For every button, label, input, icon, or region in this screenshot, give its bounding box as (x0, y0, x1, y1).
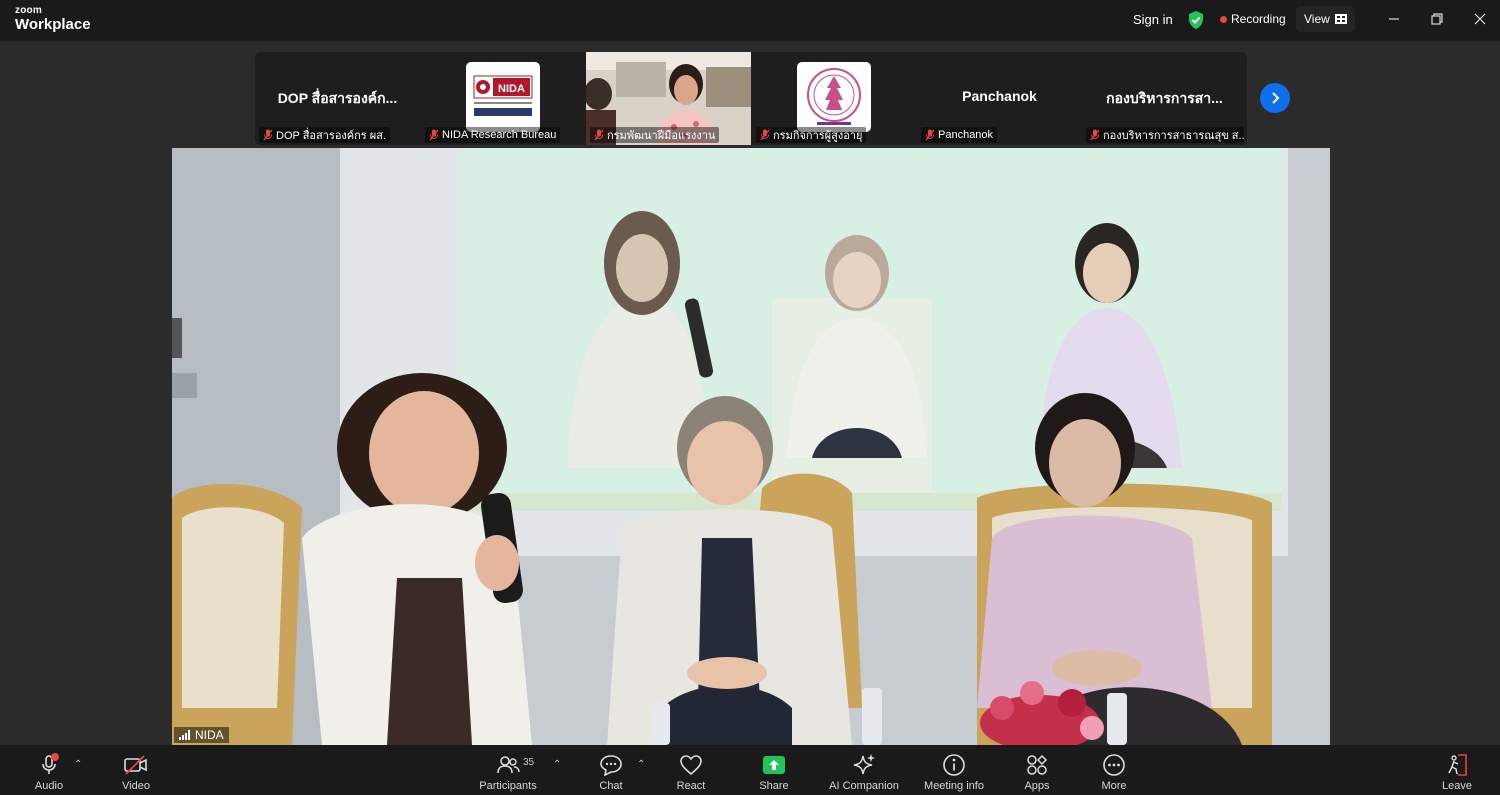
video-label: Video (122, 780, 150, 792)
participant-display-name: กองบริหารการสา... (1106, 90, 1223, 106)
more-icon (1103, 754, 1125, 776)
react-label: React (676, 780, 706, 792)
leave-button[interactable]: Leave (1417, 752, 1497, 794)
participant-tile[interactable]: กรมพัฒนาฝีมือแรงงาน (586, 52, 751, 145)
mic-muted-icon (429, 129, 439, 141)
meeting-toolbar: Audio ⌃ Video Participants 35 ⌃ Chat ⌃ R… (0, 745, 1500, 795)
audio-options-caret-icon[interactable]: ⌃ (74, 759, 82, 770)
chat-options-caret-icon[interactable]: ⌃ (637, 759, 645, 770)
close-icon[interactable] (1468, 8, 1492, 30)
mic-muted-icon (925, 129, 935, 141)
mic-muted-icon (1090, 129, 1100, 141)
participant-name: NIDA Research Bureau (442, 129, 557, 141)
meeting-info-label: Meeting info (924, 780, 984, 792)
signal-strength-icon (179, 730, 190, 740)
participants-icon (497, 756, 520, 774)
brand-small: zoom (15, 5, 42, 16)
mic-muted-icon (594, 129, 604, 141)
leave-icon (1448, 754, 1467, 776)
meeting-info-button[interactable]: Meeting info (914, 752, 994, 794)
microphone-icon (42, 753, 59, 774)
more-label: More (1101, 780, 1127, 792)
share-button[interactable]: Share (734, 752, 814, 794)
participants-options-caret-icon[interactable]: ⌃ (553, 759, 561, 770)
sign-in-link[interactable]: Sign in (1133, 12, 1173, 27)
participants-label: Participants (479, 780, 537, 792)
main-video[interactable]: NIDA (172, 148, 1330, 745)
video-button[interactable]: Video (96, 752, 176, 794)
nida-logo-text: NIDA (498, 83, 525, 95)
participant-tile[interactable]: DOP สื่อสารองค์ก... DOP สื่อสารองค์กร ผส… (255, 52, 420, 145)
participant-label: DOP สื่อสารองค์กร ผส. (259, 127, 390, 143)
main-video-label: NIDA (174, 727, 229, 743)
mic-muted-icon (263, 129, 273, 141)
view-button[interactable]: View (1296, 6, 1355, 32)
mic-muted-icon (760, 129, 770, 141)
ai-companion-label: AI Companion (829, 780, 899, 792)
share-label: Share (759, 780, 789, 792)
info-icon (943, 754, 965, 776)
participant-tile[interactable]: กรมกิจการผู้สูงอายุ (752, 52, 917, 145)
chat-label: Chat (599, 780, 623, 792)
department-seal-logo (797, 62, 871, 132)
participant-label: กองบริหารการสาธารณสุข ส... (1086, 127, 1244, 143)
main-video-name: NIDA (195, 728, 224, 742)
minimize-icon[interactable] (1382, 8, 1406, 30)
apps-label: Apps (1024, 780, 1050, 792)
grid-icon (1334, 14, 1347, 24)
restore-icon[interactable] (1425, 8, 1449, 30)
view-label: View (1304, 12, 1330, 26)
speaker-video-feed (172, 148, 1330, 745)
zoom-logo: zoom Workplace (15, 5, 91, 33)
chevron-right-icon (1272, 92, 1280, 104)
participant-name: Panchanok (938, 129, 994, 141)
next-page-button[interactable] (1260, 83, 1290, 113)
apps-icon (1027, 754, 1048, 775)
participant-tile[interactable]: Panchanok Panchanok (917, 52, 1082, 145)
participant-name: กรมกิจการผู้สูงอายุ (773, 130, 863, 142)
react-button[interactable]: React (651, 752, 731, 794)
participants-button[interactable]: Participants (468, 752, 548, 794)
heart-icon (680, 755, 702, 776)
participant-display-name: DOP สื่อสารองค์ก... (277, 90, 398, 106)
participant-name: DOP สื่อสารองค์กร ผส. (276, 130, 386, 142)
participant-name: กรมพัฒนาฝีมือแรงงาน (607, 130, 716, 142)
more-button[interactable]: More (1074, 752, 1154, 794)
video-off-icon (124, 755, 147, 775)
participant-name: กองบริหารการสาธารณสุข ส... (1103, 130, 1244, 142)
ai-companion-button[interactable]: AI Companion (824, 752, 904, 794)
recording-label: Recording (1231, 12, 1286, 26)
title-bar: zoom Workplace Sign in Recording View (0, 0, 1500, 41)
recording-dot-icon (1220, 15, 1227, 23)
recording-indicator[interactable]: Recording (1220, 12, 1286, 26)
participant-label: กรมพัฒนาฝีมือแรงงาน (590, 127, 720, 143)
share-screen-icon (763, 756, 785, 774)
nida-logo: NIDA (466, 62, 540, 132)
participant-tile[interactable]: กองบริหารการสา... กองบริหารการสาธารณสุข … (1082, 52, 1247, 145)
leave-label: Leave (1442, 780, 1472, 792)
participant-label: Panchanok (921, 127, 998, 143)
participant-tile[interactable]: NIDA NIDA Research Bureau (421, 52, 586, 145)
participant-display-name: Panchanok (962, 88, 1037, 104)
brand-big: Workplace (15, 16, 91, 33)
shield-check-icon[interactable] (1187, 10, 1205, 30)
audio-label: Audio (34, 780, 64, 792)
participant-strip: DOP สื่อสารองค์ก... DOP สื่อสารองค์กร ผส… (255, 52, 1247, 145)
participants-count: 35 (523, 757, 535, 768)
apps-button[interactable]: Apps (997, 752, 1077, 794)
participant-label: NIDA Research Bureau (425, 127, 561, 143)
participant-label: กรมกิจการผู้สูงอายุ (756, 127, 867, 143)
sparkle-icon (853, 754, 875, 775)
chat-icon (600, 755, 622, 776)
